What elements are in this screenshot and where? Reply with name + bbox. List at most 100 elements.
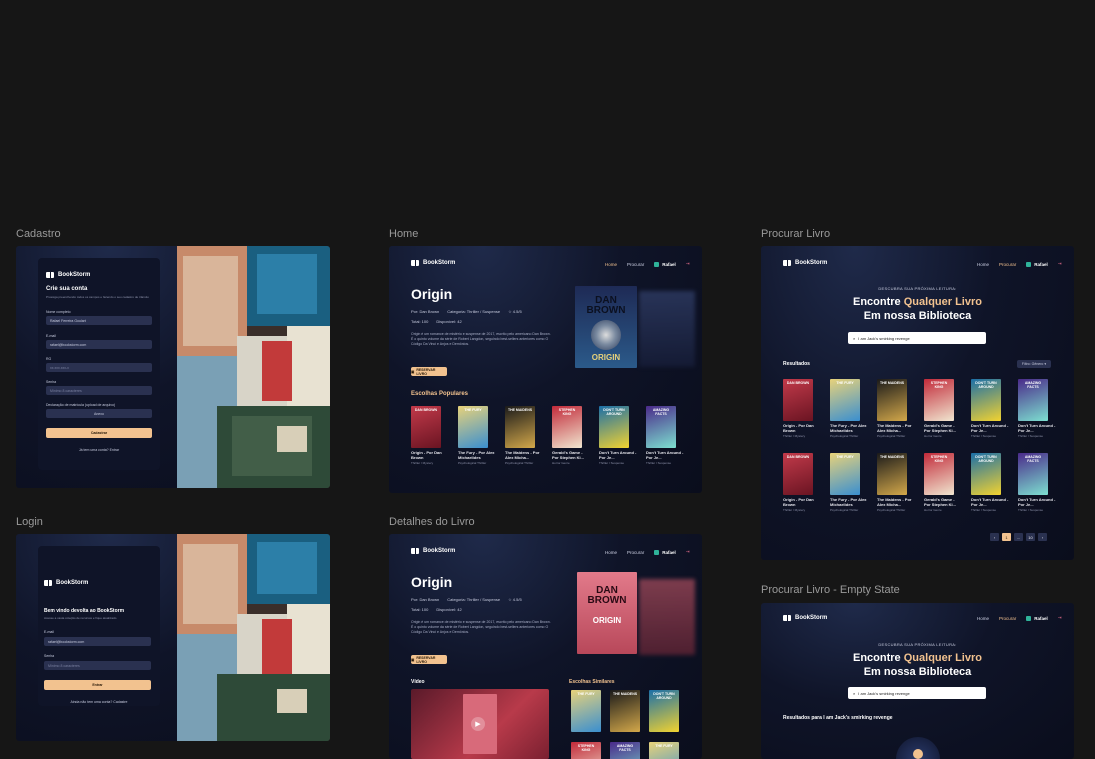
book-cover[interactable]: THE FURY bbox=[830, 453, 860, 495]
book-title[interactable]: The Fury - Por Alex Michaelides bbox=[830, 423, 868, 433]
book-cover[interactable]: STEPHEN KING bbox=[924, 453, 954, 495]
book-title[interactable]: Origin - Por Dan Brown bbox=[783, 497, 821, 507]
nav-user[interactable]: Rafael bbox=[1026, 261, 1048, 267]
book-title[interactable]: Gerald's Game - Por Stephen Ki... bbox=[924, 497, 962, 507]
prev-page-icon[interactable]: ‹ bbox=[990, 533, 999, 541]
nav-procurar[interactable]: Procurar bbox=[627, 262, 644, 267]
book-cover[interactable]: DON'T TURN AROUND bbox=[971, 453, 1001, 495]
cover-text: THE FURY bbox=[464, 408, 482, 412]
password-field[interactable]: Mínimo 8 caracteres bbox=[44, 661, 151, 670]
book-title[interactable]: The Fury - Por Alex Michaelides bbox=[458, 450, 496, 460]
featured-cover: DAN BROWN ORIGIN bbox=[577, 572, 637, 654]
cover-text: STEPHEN KING bbox=[558, 408, 576, 416]
nav-user[interactable]: Rafael bbox=[1026, 615, 1048, 621]
rg-field[interactable]: xx.xxx.xxx-x bbox=[46, 363, 152, 372]
attach-button[interactable]: Anexo bbox=[46, 409, 152, 418]
book-title[interactable]: Origin - Por Dan Brown bbox=[783, 423, 821, 433]
book-title[interactable]: Don't Turn Around - Por Je... bbox=[971, 423, 1009, 433]
book-cover[interactable]: THE MAIDENS bbox=[610, 690, 640, 732]
book-title[interactable]: Gerald's Game - Por Stephen Ki... bbox=[552, 450, 590, 460]
book-title[interactable]: The Maidens - Por Alex Micha... bbox=[877, 497, 915, 507]
home-frame: BookStorm Home Procurar Rafael ⇥ Origin … bbox=[389, 246, 702, 493]
book-cover[interactable]: THE MAIDENS bbox=[505, 406, 535, 448]
nav-user[interactable]: Rafael bbox=[654, 549, 676, 555]
book-genre: Thriller / Suspense bbox=[1018, 508, 1044, 512]
book-cover[interactable]: DON'T TURN AROUND bbox=[599, 406, 629, 448]
book-cover[interactable]: AMAZING FACTS bbox=[610, 742, 640, 759]
book-title[interactable]: Don't Turn Around - Por Je... bbox=[599, 450, 637, 460]
logout-icon[interactable]: ⇥ bbox=[1058, 261, 1062, 267]
book-genre: Thriller / Suspense bbox=[599, 461, 625, 465]
book-cover[interactable]: AMAZING FACTS bbox=[646, 406, 676, 448]
signup-link[interactable]: Ainda não tem uma conta? Cadastre bbox=[38, 700, 160, 704]
next-page-icon[interactable]: › bbox=[1038, 533, 1047, 541]
book-cover[interactable]: DAN BROWN bbox=[783, 379, 813, 421]
book-title[interactable]: The Maidens - Por Alex Micha... bbox=[877, 423, 915, 433]
nav-procurar[interactable]: Procurar bbox=[627, 550, 644, 555]
signup-submit-button[interactable]: Cadastrar bbox=[46, 428, 152, 438]
nav-procurar[interactable]: Procurar bbox=[999, 616, 1016, 621]
book-title[interactable]: Don't Turn Around - Por Je... bbox=[971, 497, 1009, 507]
play-icon[interactable]: ▶ bbox=[471, 717, 485, 731]
nav-user[interactable]: Rafael bbox=[654, 261, 676, 267]
nav-home[interactable]: Home bbox=[605, 550, 617, 555]
book-title[interactable]: Don't Turn Around - Por Je... bbox=[1018, 497, 1056, 507]
book-cover[interactable]: DAN BROWN bbox=[411, 406, 441, 448]
brand-name: BookStorm bbox=[795, 260, 828, 266]
video-player[interactable]: ▶ bbox=[411, 689, 549, 759]
book-title[interactable]: The Maidens - Por Alex Micha... bbox=[505, 450, 543, 460]
nav-procurar[interactable]: Procurar bbox=[999, 262, 1016, 267]
logout-icon[interactable]: ⇥ bbox=[686, 261, 690, 267]
books-photo bbox=[177, 246, 330, 488]
login-link[interactable]: Já tem uma conta? Entrar bbox=[38, 448, 160, 452]
reserve-button[interactable]: ▣ RESERVAR LIVRO bbox=[411, 655, 447, 664]
book-cover[interactable]: STEPHEN KING bbox=[552, 406, 582, 448]
name-field[interactable]: Rafael Ferreira Goulart bbox=[46, 316, 152, 325]
book-title[interactable]: Origin - Por Dan Brown bbox=[411, 450, 449, 460]
frame-label-procurar: Procurar Livro bbox=[761, 228, 831, 240]
password-field[interactable]: Mínimo 8 caracteres bbox=[46, 386, 152, 395]
book-cover[interactable]: STEPHEN KING bbox=[924, 379, 954, 421]
page-1[interactable]: 1 bbox=[1002, 533, 1011, 541]
book-cover[interactable]: THE MAIDENS bbox=[877, 379, 907, 421]
nav-home[interactable]: Home bbox=[977, 262, 989, 267]
search-headline: Encontre Qualquer Livro Em nossa Bibliote… bbox=[853, 652, 982, 679]
email-field[interactable]: rafael@bookstorm.com bbox=[44, 637, 151, 646]
book-title[interactable]: Gerald's Game - Por Stephen Ki... bbox=[924, 423, 962, 433]
logout-icon[interactable]: ⇥ bbox=[686, 549, 690, 555]
book-cover[interactable]: THE MAIDENS bbox=[877, 453, 907, 495]
reserve-button[interactable]: ▣ RESERVAR LIVRO bbox=[411, 367, 447, 376]
book-title[interactable]: Don't Turn Around - Por Je... bbox=[1018, 423, 1056, 433]
page-10[interactable]: 10 bbox=[1026, 533, 1035, 541]
email-field[interactable]: rafael@bookstorm.com bbox=[46, 340, 152, 349]
book-title[interactable]: The Fury - Por Alex Michaelides bbox=[830, 497, 868, 507]
popular-heading: Escolhas Populares bbox=[411, 391, 469, 397]
book-cover[interactable]: THE FURY bbox=[571, 690, 601, 732]
nav-home[interactable]: Home bbox=[977, 616, 989, 621]
book-cover[interactable]: THE FURY bbox=[830, 379, 860, 421]
logout-icon[interactable]: ⇥ bbox=[1058, 615, 1062, 621]
search-input[interactable]: ⌕ I am Jack's smirking revenge bbox=[848, 687, 986, 699]
book-cover[interactable]: THE FURY bbox=[649, 742, 679, 759]
genre-filter[interactable]: Filtro: Gênero ▾ bbox=[1017, 360, 1051, 368]
cover-title: ORIGIN bbox=[591, 353, 621, 362]
book-cover[interactable]: STEPHEN KING bbox=[571, 742, 601, 759]
book-cover[interactable]: AMAZING FACTS bbox=[1018, 453, 1048, 495]
search-input[interactable]: ⌕ I am Jack's smirking revenge bbox=[848, 332, 986, 344]
cover-text: DAN BROWN bbox=[786, 455, 810, 459]
cover-text: STEPHEN KING bbox=[930, 381, 948, 389]
book-cover[interactable]: THE FURY bbox=[458, 406, 488, 448]
nav-home[interactable]: Home bbox=[605, 262, 617, 267]
top-nav: Home Procurar Rafael ⇥ bbox=[977, 261, 1062, 267]
book-genre: Psychological Thriller bbox=[877, 434, 906, 438]
book-cover[interactable]: DON'T TURN AROUND bbox=[649, 690, 679, 732]
book-meta: Por: Dan Brown Categoria: Thriller / Sus… bbox=[411, 309, 522, 314]
similar-heading: Escolhas Similares bbox=[569, 679, 615, 685]
login-submit-button[interactable]: Entrar bbox=[44, 680, 151, 690]
books-photo bbox=[177, 534, 330, 741]
book-cover[interactable]: AMAZING FACTS bbox=[1018, 379, 1048, 421]
book-cover[interactable]: DAN BROWN bbox=[783, 453, 813, 495]
book-title[interactable]: Don't Turn Around - Por Je... bbox=[646, 450, 684, 460]
book-cover[interactable]: DON'T TURN AROUND bbox=[971, 379, 1001, 421]
cover-text: DON'T TURN AROUND bbox=[975, 455, 997, 463]
